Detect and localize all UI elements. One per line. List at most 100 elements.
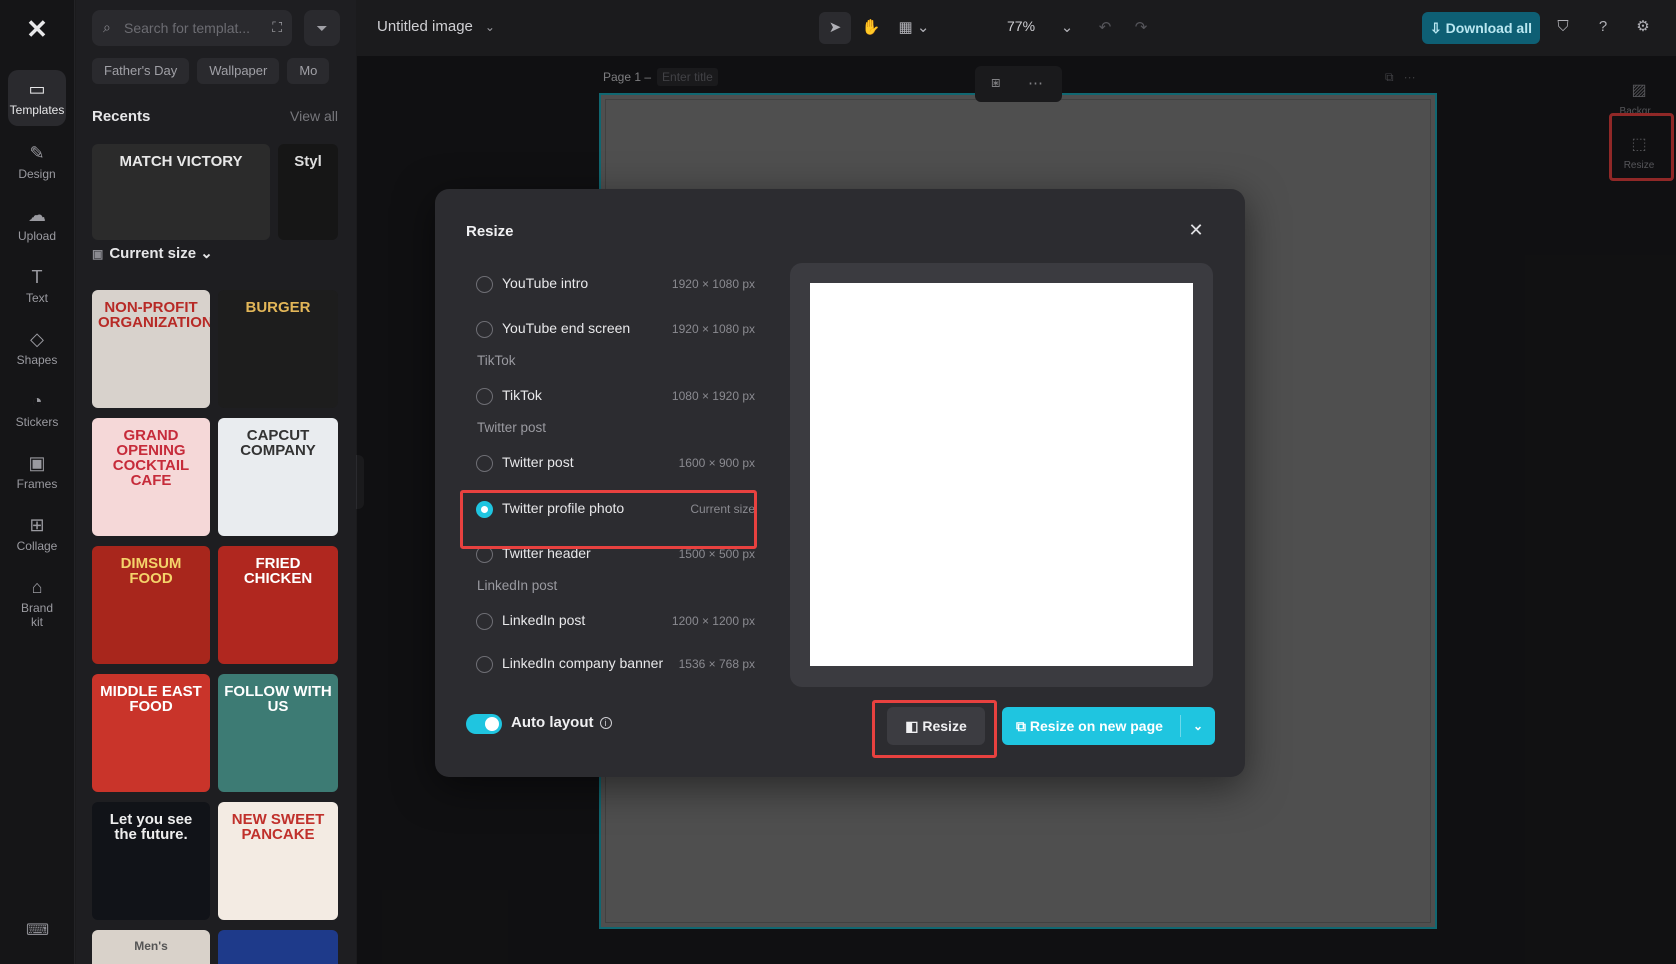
dialog-title: Resize	[466, 223, 514, 240]
resize-dialog: Resize ✕ YouTube intro1920 × 1080 pxYouT…	[435, 189, 1245, 777]
radio-button[interactable]	[476, 276, 493, 293]
collage-icon: ⊞	[8, 514, 66, 536]
rail-item-label: Upload	[8, 229, 66, 243]
download-all-button[interactable]: ⇩ Download all	[1422, 12, 1540, 44]
rail-item-collage[interactable]: ⊞Collage	[8, 506, 66, 562]
template-thumbnail[interactable]: Styl	[278, 144, 338, 240]
left-rail: ✕ ▭Templates ✎Design ☁ Upload TText ◇Shapes ◔S…	[0, 0, 75, 964]
layout-button[interactable]: ▦ ⌄	[894, 12, 934, 44]
hand-tool-button[interactable]: ✋	[855, 12, 887, 44]
size-option-tiktok[interactable]: TikTok1080 × 1920 px	[475, 385, 755, 407]
size-option-linkedin-company-banner[interactable]: LinkedIn company banner1536 × 768 px	[475, 653, 755, 675]
pointer-icon: ➤	[829, 19, 842, 36]
template-thumbnail[interactable]: Men's	[92, 930, 210, 964]
undo-button[interactable]: ↶	[1095, 12, 1115, 44]
filter-button[interactable]: ⏷	[304, 10, 340, 46]
stickers-icon: ◔	[8, 390, 66, 412]
size-option-linkedin-post[interactable]: LinkedIn post1200 × 1200 px	[475, 610, 755, 632]
template-title: Men's	[98, 940, 204, 952]
chip-more[interactable]: Mo	[287, 58, 329, 84]
radio-button[interactable]	[476, 455, 493, 472]
template-thumbnail[interactable]: NON-PROFIT ORGANIZATION	[92, 290, 210, 408]
image-search-icon[interactable]: ⛶	[272, 19, 282, 36]
template-title: Let you see the future.	[98, 812, 204, 842]
size-option-twitter-post[interactable]: Twitter post 1600 × 900 px	[475, 452, 755, 474]
resize-on-new-page-label: Resize on new page	[1030, 718, 1163, 734]
redo-icon: ↷	[1135, 19, 1148, 36]
highlight-box	[872, 700, 997, 758]
download-icon: ⇩	[1430, 20, 1446, 36]
option-name: LinkedIn company banner	[502, 655, 663, 671]
size-option-youtube-end-screen[interactable]: YouTube end screen1920 × 1080 px	[475, 318, 755, 340]
template-thumbnail[interactable]: MATCH VICTORY	[92, 144, 270, 240]
highlight-box	[460, 490, 757, 549]
template-thumbnail[interactable]: MIDDLE EAST FOOD	[92, 674, 210, 792]
chevron-down-icon[interactable]: ⌄	[1186, 707, 1210, 745]
help-icon[interactable]: ?	[1592, 16, 1614, 38]
redo-button[interactable]: ↷	[1131, 12, 1151, 44]
search-input[interactable]	[124, 18, 254, 38]
settings-icon[interactable]: ⚙	[1632, 16, 1654, 38]
download-label: Download all	[1446, 20, 1532, 36]
template-thumbnail[interactable]: BURGER	[218, 290, 338, 408]
auto-layout-toggle[interactable]	[466, 714, 502, 734]
size-option-list[interactable]: YouTube intro1920 × 1080 px YouTube end s…	[465, 265, 760, 689]
option-name: Twitter post	[502, 454, 574, 470]
shield-icon[interactable]: ⛉	[1552, 16, 1574, 38]
template-thumbnail[interactable]: CAPCUT COMPANY	[218, 418, 338, 536]
radio-button[interactable]	[476, 656, 493, 673]
rail-item-stickers[interactable]: ◔Stickers	[8, 382, 66, 438]
rail-item-frames[interactable]: ▣Frames	[8, 444, 66, 500]
chip-fathers-day[interactable]: Father's Day	[92, 58, 189, 84]
chevron-down-icon: ⌄	[200, 245, 213, 262]
current-size-dropdown[interactable]: ▣Current size ⌄	[92, 244, 213, 262]
current-size-label: Current size	[109, 245, 196, 262]
rail-item-design[interactable]: ✎Design	[8, 134, 66, 190]
template-thumbnail[interactable]: FRIED CHICKEN	[218, 546, 338, 664]
option-name: LinkedIn post	[502, 612, 585, 628]
zoom-dropdown[interactable]: ⌄	[1057, 12, 1077, 44]
layout-icon: ▦ ⌄	[899, 19, 930, 36]
rail-item-upload[interactable]: ☁ Upload	[8, 196, 66, 252]
option-name: YouTube intro	[502, 275, 588, 291]
rail-item-shapes[interactable]: ◇Shapes	[8, 320, 66, 376]
chevron-down-icon: ⌄	[1061, 19, 1074, 36]
rail-item-templates[interactable]: ▭Templates	[8, 70, 66, 126]
keyboard-shortcuts-icon[interactable]: ⌨	[26, 920, 49, 940]
template-thumbnail[interactable]	[218, 930, 338, 964]
design-icon: ✎	[8, 142, 66, 164]
rail-item-label: Brand kit	[8, 601, 66, 629]
template-thumbnail[interactable]: Let you see the future.	[92, 802, 210, 920]
option-name: YouTube end screen	[502, 320, 630, 336]
size-option-youtube-intro[interactable]: YouTube intro1920 × 1080 px	[475, 273, 755, 295]
rail-item-brand-kit[interactable]: ⌂Brand kit	[8, 568, 66, 624]
rail-item-text[interactable]: TText	[8, 258, 66, 314]
resize-on-new-page-button[interactable]: ⧉ Resize on new page ⌄	[1002, 707, 1215, 745]
category-chips: Father's Day Wallpaper Mo	[92, 58, 337, 86]
select-tool-button[interactable]: ➤	[819, 12, 851, 44]
template-title: FRIED CHICKEN	[224, 556, 332, 586]
option-category: LinkedIn post	[477, 578, 557, 593]
radio-button[interactable]	[476, 613, 493, 630]
template-thumbnail[interactable]: FOLLOW WITH US	[218, 674, 338, 792]
zoom-level[interactable]: 77%	[1007, 18, 1035, 34]
new-page-icon: ⧉	[1016, 718, 1030, 734]
template-thumbnail[interactable]: DIMSUM FOOD	[92, 546, 210, 664]
capcut-logo[interactable]: ✕	[22, 14, 52, 44]
chip-wallpaper[interactable]: Wallpaper	[197, 58, 279, 84]
radio-button[interactable]	[476, 388, 493, 405]
close-icon[interactable]: ✕	[1185, 219, 1207, 241]
template-title: NEW SWEET PANCAKE	[224, 812, 332, 842]
template-thumbnail[interactable]: NEW SWEET PANCAKE	[218, 802, 338, 920]
option-size: 1500 × 500 px	[679, 547, 755, 561]
template-thumbnail[interactable]: GRAND OPENING COCKTAIL CAFE	[92, 418, 210, 536]
option-size: 1600 × 900 px	[679, 456, 755, 470]
view-all-link[interactable]: View all	[290, 108, 338, 124]
upload-icon: ☁	[8, 204, 66, 226]
info-icon[interactable]: i	[600, 717, 612, 729]
radio-button[interactable]	[476, 321, 493, 338]
document-title[interactable]: Untitled image⌄	[377, 18, 495, 35]
brand-kit-icon: ⌂	[8, 576, 66, 598]
template-title: GRAND OPENING COCKTAIL CAFE	[98, 428, 204, 488]
resize-preview	[790, 263, 1213, 687]
